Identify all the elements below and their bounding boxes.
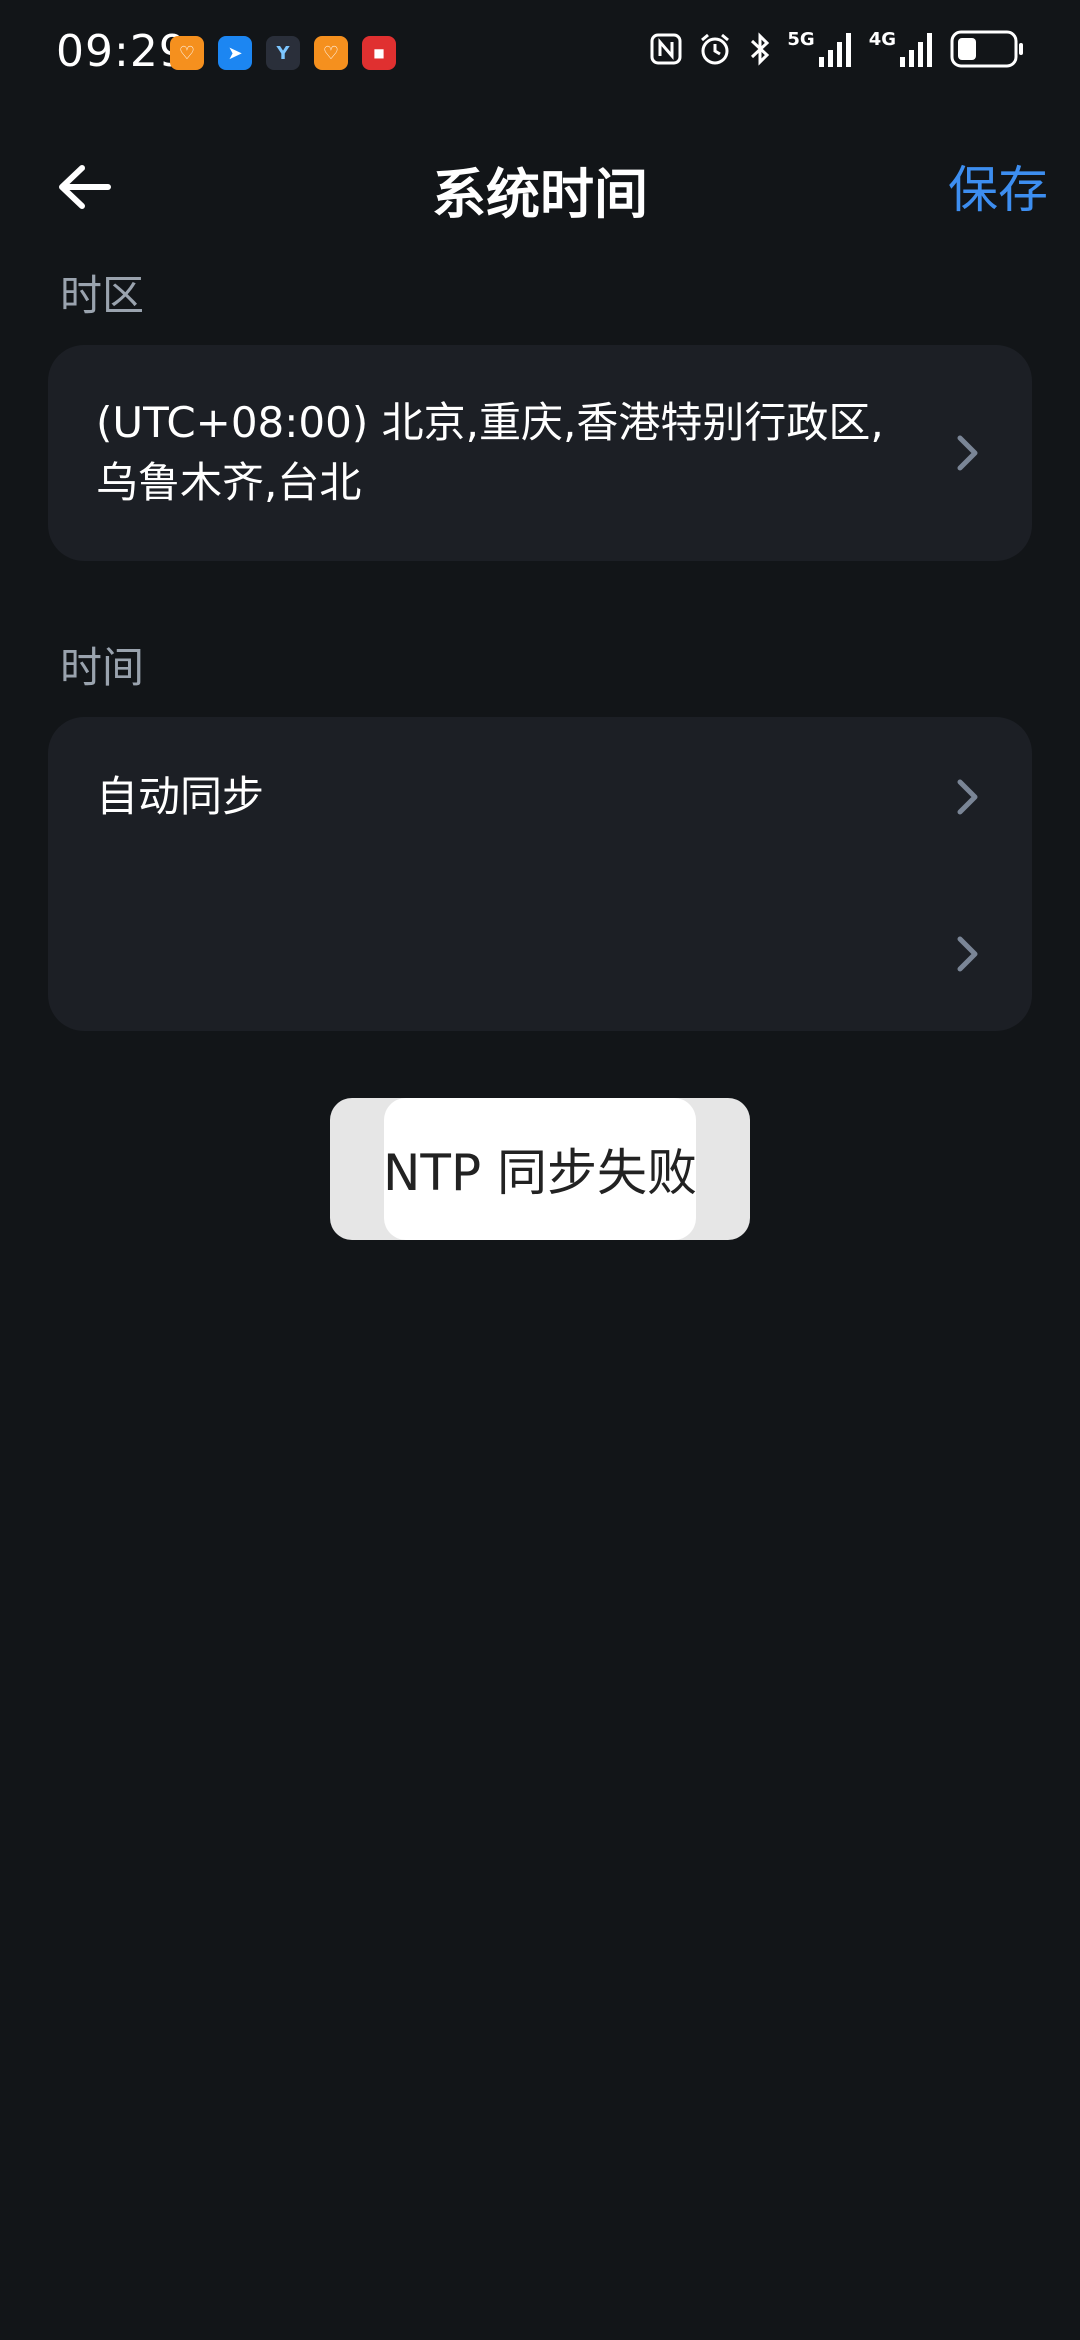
timezone-section-label: 时区 [60, 271, 145, 320]
battery-icon [950, 30, 1023, 68]
chevron-right-icon [948, 777, 988, 817]
time-row[interactable] [48, 877, 1032, 1031]
timezone-card: (UTC+08:00) 北京,重庆,香港特别行政区,乌鲁木齐,台北 [48, 345, 1032, 561]
signal-4g-label: 4G [868, 29, 896, 50]
orange-app-icon: ♡ [314, 36, 348, 70]
red-app-icon: ■ [362, 36, 396, 70]
timezone-row[interactable]: (UTC+08:00) 北京,重庆,香港特别行政区,乌鲁木齐,台北 [48, 345, 1032, 561]
nfc-icon [650, 33, 682, 65]
signal-5g-label: 5G [787, 29, 815, 50]
orange-app-icon: ♡ [170, 36, 204, 70]
alarm-icon [701, 33, 730, 65]
status-time: 09:29 [56, 26, 188, 77]
time-section-label: 时间 [60, 643, 145, 692]
chevron-right-icon [948, 433, 988, 473]
signal-5g: 5G [787, 31, 854, 67]
status-bar: 09:29 ♡ ➤ Y ♡ ■ 5G 4G [0, 0, 1080, 110]
timezone-value: (UTC+08:00) 北京,重庆,香港特别行政区,乌鲁木齐,台北 [96, 398, 884, 507]
signal-bars-icon [900, 33, 932, 67]
dark-app-icon: Y [266, 36, 300, 70]
save-button[interactable]: 保存 [948, 150, 1048, 222]
toast-message: NTP 同步失败 [383, 1144, 697, 1202]
time-card: 自动同步 [48, 717, 1032, 1031]
bluetooth-icon [751, 32, 770, 66]
auto-sync-label: 自动同步 [96, 772, 265, 821]
signal-4g: 4G [869, 31, 936, 67]
notification-icons: ♡ ➤ Y ♡ ■ [170, 36, 396, 70]
auto-sync-row[interactable]: 自动同步 [48, 717, 1032, 877]
header: 系统时间 保存 [0, 130, 1080, 240]
system-icons: 5G 4G [649, 30, 1024, 68]
blue-app-icon: ➤ [218, 36, 252, 70]
chevron-right-icon [948, 934, 988, 974]
signal-bars-icon [818, 33, 851, 67]
page-title: 系统时间 [432, 163, 648, 226]
